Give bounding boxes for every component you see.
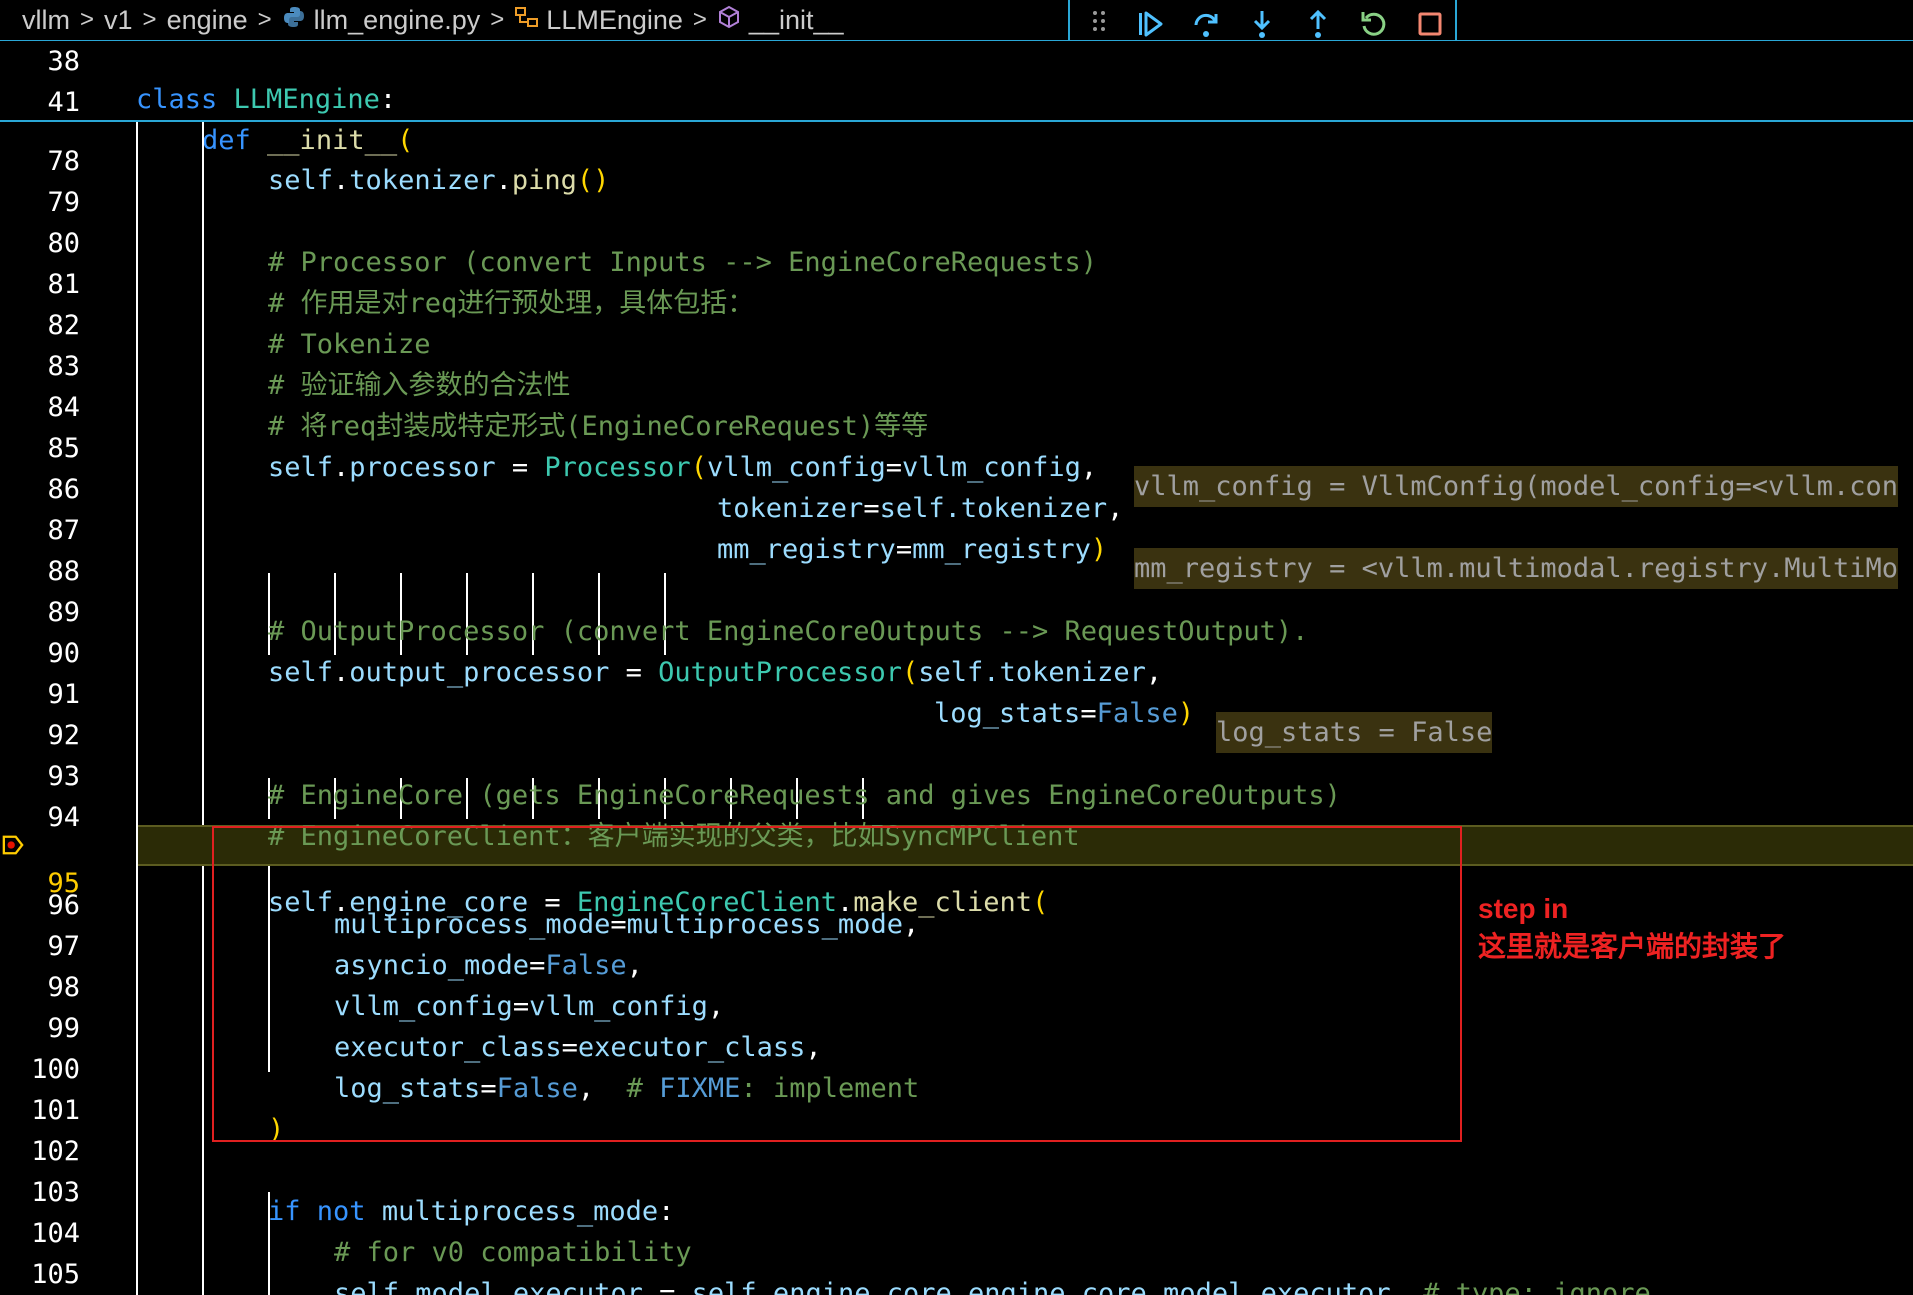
code-line[interactable]: 83 # 验证输入参数的合法性	[0, 327, 1913, 401]
code-line[interactable]: 91 log_stats=False) log_stats = False	[0, 655, 1913, 753]
breadcrumb: vllm > v1 > engine > llm_engine.py > LLM…	[0, 0, 1913, 40]
breadcrumb-item-engine[interactable]: engine	[167, 5, 248, 36]
chevron-right-icon: >	[692, 6, 707, 33]
chevron-right-icon: >	[142, 6, 157, 33]
step-into-button[interactable]	[1244, 6, 1280, 42]
breadcrumb-item-file[interactable]: llm_engine.py	[314, 5, 481, 36]
code-line[interactable]: 78 self.tokenizer.ping()	[0, 122, 1913, 196]
line-number: 41	[47, 87, 80, 118]
code-line[interactable]: 87 mm_registry=mm_registry) mm_registry …	[0, 491, 1913, 589]
method-symbol-icon	[717, 5, 741, 36]
stop-button[interactable]	[1412, 6, 1448, 42]
breadcrumb-item-v1[interactable]: v1	[104, 5, 133, 36]
class-symbol-icon	[514, 5, 540, 36]
sticky-scroll-header[interactable]: 38 class LLMEngine: 41 def __init__(	[0, 40, 1913, 156]
code-line[interactable]: 90 self.output_processor = OutputProcess…	[0, 614, 1913, 688]
restart-icon	[1361, 12, 1386, 36]
annotation-line: step in	[1478, 893, 1569, 924]
breadcrumb-item-class[interactable]: LLMEngine	[546, 5, 683, 36]
drag-handle-icon[interactable]	[1092, 9, 1112, 40]
code-line[interactable]: 88	[0, 532, 1913, 587]
code-line[interactable]: 104 # for v0 compatibility	[0, 1194, 1913, 1268]
code-line[interactable]: 81 # 作用是对req进行预处理，具体包括：	[0, 245, 1913, 319]
continue-icon	[1139, 11, 1163, 37]
step-over-icon	[1194, 13, 1218, 37]
chevron-right-icon: >	[80, 6, 95, 33]
breakpoint-current-icon[interactable]	[2, 834, 24, 856]
step-out-button[interactable]	[1300, 6, 1336, 42]
step-over-button[interactable]	[1188, 6, 1224, 42]
restart-button[interactable]	[1356, 6, 1392, 42]
code-line[interactable]: 89 # OutputProcessor (convert EngineCore…	[0, 573, 1913, 647]
code-line[interactable]: 80 # Processor (convert Inputs --> Engin…	[0, 204, 1913, 278]
line-number: 38	[47, 46, 80, 77]
stop-icon	[1418, 12, 1442, 36]
chevron-right-icon: >	[490, 6, 505, 33]
breadcrumb-item-vllm[interactable]: vllm	[22, 5, 70, 36]
code-line[interactable]: 106	[0, 1276, 1913, 1295]
sticky-line[interactable]: 38 class LLMEngine:	[0, 41, 1913, 115]
code-line[interactable]: 105 self.model_executor = self.engine_co…	[0, 1235, 1913, 1295]
step-out-icon	[1309, 9, 1327, 38]
code-line[interactable]: 103 if not multiprocess_mode:	[0, 1153, 1913, 1227]
continue-button[interactable]	[1132, 6, 1168, 42]
code-line[interactable]: 79	[0, 163, 1913, 218]
code-line[interactable]: 82 # Tokenize	[0, 286, 1913, 360]
python-file-icon	[282, 5, 306, 36]
breadcrumb-item-method[interactable]: __init__	[749, 5, 844, 36]
code-line[interactable]: 86 tokenizer=self.tokenizer,	[0, 450, 1913, 524]
sticky-line[interactable]: 41 def __init__(	[0, 82, 1913, 156]
code-line[interactable]: 94 # EngineCoreClient：客户端实现的父类，比如SyncMPC…	[0, 778, 1913, 852]
code-line[interactable]: 84 # 将req封装成特定形式(EngineCoreRequest)等等	[0, 368, 1913, 442]
code-line[interactable]: 85 self.processor = Processor(vllm_confi…	[0, 409, 1913, 507]
code-line[interactable]: 92	[0, 696, 1913, 751]
step-into-icon	[1253, 11, 1271, 38]
annotation-line: 这里就是客户端的封装了	[1478, 931, 1787, 962]
annotation-note: step in 这里就是客户端的封装了	[1478, 890, 1786, 966]
annotation-highlight-box	[212, 826, 1462, 1142]
chevron-right-icon: >	[257, 6, 272, 33]
code-line[interactable]: 93 # EngineCore (gets EngineCoreRequests…	[0, 737, 1913, 811]
